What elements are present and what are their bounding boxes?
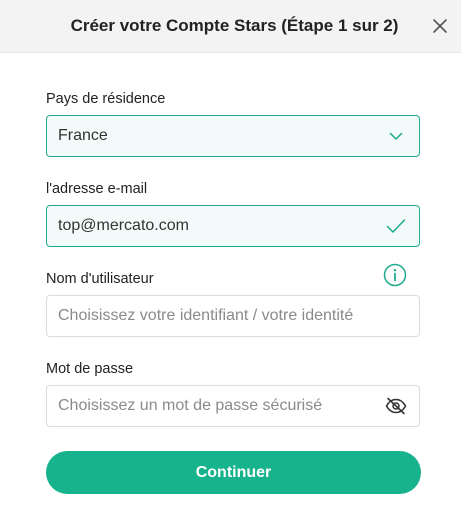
close-icon [433, 19, 447, 33]
password-field[interactable] [46, 385, 420, 427]
email-field[interactable] [46, 205, 420, 247]
info-icon[interactable] [383, 263, 407, 287]
continue-button[interactable]: Continuer [46, 451, 421, 494]
username-label: Nom d'utilisateur [46, 271, 154, 287]
country-value: France [58, 127, 108, 144]
eye-slash-icon[interactable] [385, 395, 407, 417]
dialog-header: Créer votre Compte Stars (Étape 1 sur 2) [0, 0, 461, 53]
checkmark-icon [385, 215, 407, 237]
password-label: Mot de passe [46, 361, 134, 377]
username-input[interactable] [58, 307, 407, 325]
email-input[interactable] [58, 217, 385, 235]
chevron-down-icon [385, 125, 407, 147]
country-select[interactable]: France [46, 115, 420, 157]
password-input[interactable] [58, 397, 385, 415]
dialog-title: Créer votre Compte Stars (Étape 1 sur 2) [70, 16, 399, 35]
signup-dialog: Créer votre Compte Stars (Étape 1 sur 2)… [0, 0, 461, 505]
country-label: Pays de résidence [46, 91, 166, 107]
close-button[interactable] [429, 15, 451, 37]
email-label: l'adresse e-mail [46, 181, 148, 197]
username-field[interactable] [46, 295, 420, 337]
